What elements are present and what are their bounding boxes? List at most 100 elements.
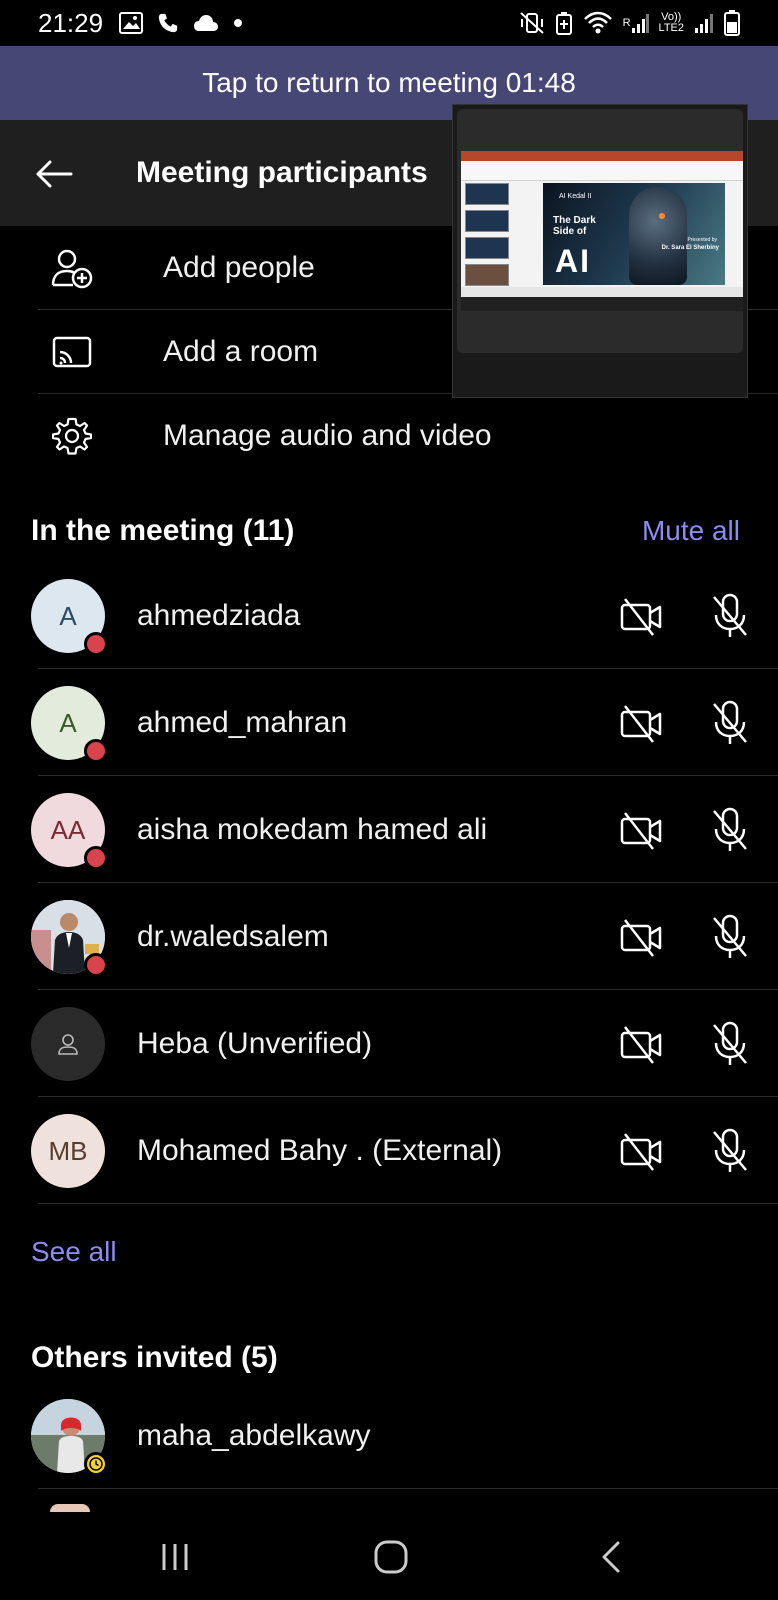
signal-bars-icon (694, 12, 714, 34)
status-busy-badge (84, 953, 108, 977)
avatar-initials: A (59, 707, 77, 738)
others-invited-header: Others invited (5) (31, 1336, 740, 1380)
slide-thumbnail (465, 237, 509, 259)
slide-title-line1: The Dark (553, 215, 596, 226)
robot-eye (659, 213, 665, 219)
recent-apps-icon (162, 1544, 188, 1570)
mic-off-icon[interactable] (710, 1021, 752, 1067)
mic-off-icon[interactable] (710, 700, 752, 746)
current-slide: AI Kedal II The Dark Side of AI Presente… (543, 183, 725, 285)
slide-thumbnail (465, 210, 509, 232)
mic-off-icon[interactable] (710, 914, 752, 960)
chevron-left-icon (602, 1541, 620, 1573)
avatar-initials: AA (50, 814, 86, 845)
camera-off-icon[interactable] (620, 1130, 662, 1172)
camera-off-icon[interactable] (620, 702, 662, 744)
mute-all-button[interactable]: Mute all (642, 515, 740, 547)
back-button[interactable] (34, 154, 74, 194)
participant-name: ahmed_mahran (137, 705, 348, 739)
return-to-meeting-text: Tap to return to meeting 01:48 (202, 67, 576, 98)
slide-presented-by: Presented by (687, 237, 717, 243)
manage-audio-video-button[interactable]: Manage audio and video (0, 394, 778, 478)
windows-taskbar (461, 297, 743, 311)
lte-signal-icon: Vo)) LTE2 (659, 12, 684, 34)
back-arrow-icon (36, 160, 73, 188)
recent-apps-button[interactable] (150, 1536, 200, 1578)
manage-audio-video-label: Manage audio and video (163, 419, 492, 452)
participant-list: A ahmedziada A ahmed_mahran AA aisha mok… (0, 562, 778, 1204)
participant-name: ahmedziada (137, 598, 301, 632)
add-person-icon (50, 246, 94, 290)
phone-icon (157, 12, 179, 34)
system-nav-bar (0, 1514, 778, 1600)
status-away-badge (84, 1452, 108, 1476)
others-invited-title: Others invited (5) (31, 1341, 278, 1374)
avatar-initials: MB (48, 1135, 88, 1166)
slide-big-text: AI (555, 243, 591, 279)
participant-name: Mohamed Bahy . (External) (137, 1133, 503, 1167)
divider (38, 1203, 778, 1204)
meeting-pip-window[interactable]: AI Kedal II The Dark Side of AI Presente… (452, 104, 748, 398)
shared-screen: AI Kedal II The Dark Side of AI Presente… (461, 151, 743, 311)
avatar-initials: A (59, 600, 77, 631)
roaming-label: R (622, 16, 631, 29)
avatar (31, 1007, 105, 1081)
divider (38, 1488, 778, 1489)
slide-thumbnail (465, 183, 509, 205)
status-busy-badge (84, 632, 108, 656)
slide-thumbnail (465, 264, 509, 286)
cloud-icon (193, 14, 219, 32)
add-people-label: Add people (163, 251, 315, 284)
slide-title: The Dark Side of (553, 215, 596, 237)
pip-video-area: AI Kedal II The Dark Side of AI Presente… (457, 109, 743, 353)
avatar-partial (50, 1504, 90, 1512)
camera-off-icon[interactable] (620, 916, 662, 958)
in-meeting-header: In the meeting (11) Mute all (31, 509, 740, 553)
powerpoint-ribbon (461, 161, 743, 181)
camera-off-icon[interactable] (620, 1023, 662, 1065)
page-title: Meeting participants (136, 156, 428, 189)
participant-row[interactable]: A ahmed_mahran (0, 669, 778, 776)
battery-saver-icon (555, 11, 573, 35)
wifi-icon (583, 11, 613, 35)
participant-row[interactable]: Heba (Unverified) (0, 990, 778, 1097)
notification-dot-icon (233, 18, 243, 28)
avatar: MB (31, 1114, 105, 1188)
signal-roaming-icon: R (623, 12, 649, 34)
invited-name: maha_abdelkawy (137, 1418, 371, 1452)
status-busy-badge (84, 846, 108, 870)
slide-thumbnails (465, 183, 511, 295)
participant-row[interactable]: dr.waledsalem (0, 883, 778, 990)
powerpoint-titlebar (461, 151, 743, 161)
participant-row[interactable]: MB Mohamed Bahy . (External) (0, 1097, 778, 1204)
gear-icon (50, 414, 94, 458)
home-icon (374, 1540, 408, 1574)
slide-kicker: AI Kedal II (559, 193, 592, 200)
status-time: 21:29 (38, 7, 104, 38)
slide-presenter: Dr. Sara El Sherbiny (661, 245, 719, 251)
mic-off-icon[interactable] (710, 1128, 752, 1174)
robot-image (629, 187, 687, 285)
in-meeting-title: In the meeting (11) (31, 514, 295, 547)
cast-icon (50, 330, 94, 374)
camera-off-icon[interactable] (620, 809, 662, 851)
participant-name: dr.waledsalem (137, 919, 329, 953)
see-all-link[interactable]: See all (31, 1236, 117, 1268)
mic-off-icon[interactable] (710, 593, 752, 639)
participant-row[interactable]: A ahmedziada (0, 562, 778, 669)
home-button[interactable] (366, 1536, 416, 1578)
mic-off-icon[interactable] (710, 807, 752, 853)
status-bar: 21:29 R Vo)) LTE2 (0, 0, 778, 46)
gallery-icon (119, 12, 144, 34)
participant-name: aisha mokedam hamed ali (137, 812, 488, 846)
participant-name: Heba (Unverified) (137, 1026, 373, 1060)
system-back-button[interactable] (586, 1536, 636, 1578)
invited-row[interactable]: maha_abdelkawy (0, 1382, 778, 1489)
add-room-label: Add a room (163, 335, 319, 368)
person-icon (58, 1034, 78, 1055)
participant-row[interactable]: AA aisha mokedam hamed ali (0, 776, 778, 883)
powerpoint-statusbar (461, 287, 743, 297)
slide-title-line2: Side of (553, 226, 587, 237)
camera-off-icon[interactable] (620, 595, 662, 637)
invited-list: maha_abdelkawy (0, 1382, 778, 1489)
